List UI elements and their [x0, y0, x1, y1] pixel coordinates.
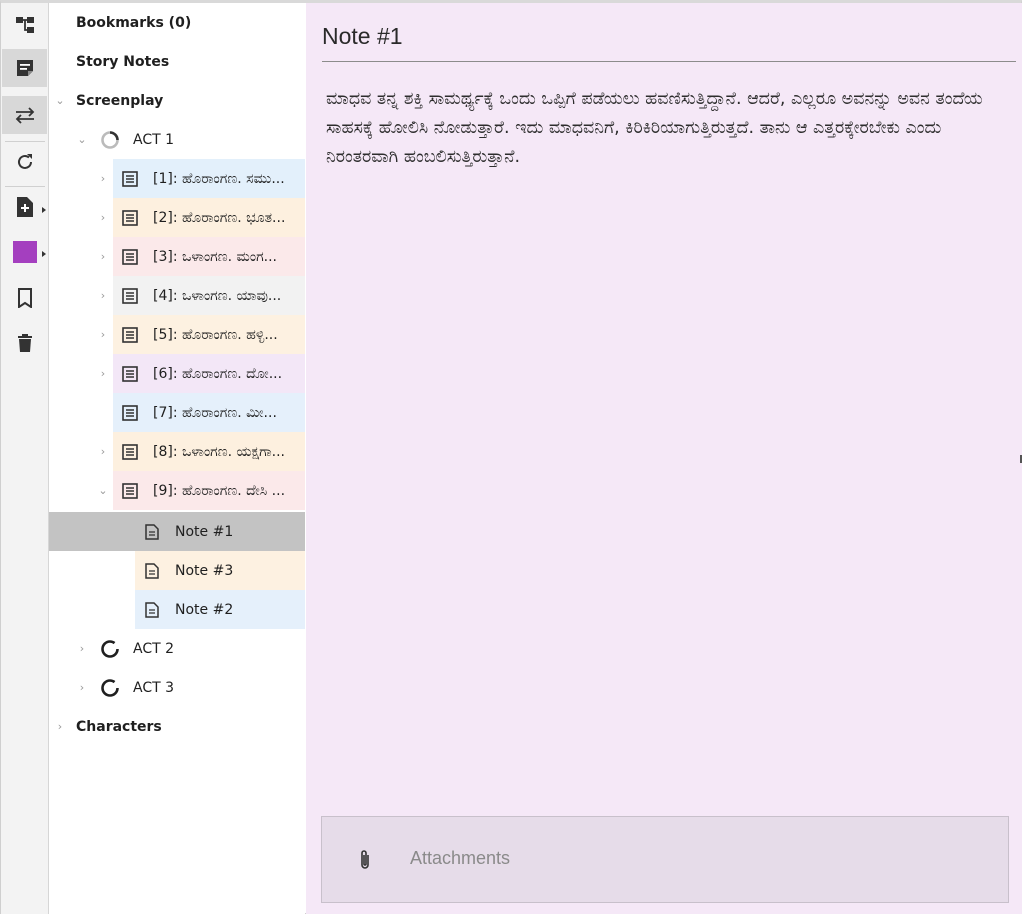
- tree-item-characters[interactable]: › Characters: [49, 707, 305, 746]
- tree-label: ACT 3: [133, 679, 175, 696]
- resize-handle[interactable]: [1020, 455, 1022, 463]
- notes-button[interactable]: [2, 49, 47, 87]
- note-panel: Note #1 ಮಾಧವ ತನ್ನ ಶಕ್ತಿ ಸಾಮರ್ಥ್ಯಕ್ಕೆ ಒಂದ…: [306, 3, 1022, 914]
- chevron-down-icon[interactable]: ⌄: [98, 484, 108, 497]
- scene-label: [3]: ಒಳಾಂಗಣ. ಮಂಗ...: [153, 248, 277, 265]
- tree-item-act-2[interactable]: › ACT 2: [49, 629, 305, 668]
- delete-button[interactable]: [2, 324, 47, 362]
- note-icon: [145, 562, 159, 579]
- scene-row[interactable]: › [6]: ಹೊರಾಂಗಣ. ದೋ...: [49, 354, 305, 393]
- scene-row[interactable]: ⌄ [9]: ಹೊರಾಂಗಣ. ದೇಸಿ ...: [49, 471, 305, 510]
- scene-label: [2]: ಹೊರಾಂಗಣ. ಭೂತ...: [153, 209, 286, 226]
- attachments-label: Attachments: [410, 848, 511, 868]
- note-content[interactable]: ಮಾಧವ ತನ್ನ ಶಕ್ತಿ ಸಾಮರ್ಥ್ಯಕ್ಕೆ ಒಂದು ಒಪ್ಪಿಗ…: [326, 85, 1006, 172]
- chevron-down-icon[interactable]: ⌄: [55, 94, 65, 107]
- color-swatch: [12, 241, 37, 263]
- chevron-right-icon[interactable]: ›: [98, 289, 108, 302]
- tree-item-bookmarks[interactable]: Bookmarks (0): [49, 3, 305, 42]
- chevron-right-icon[interactable]: ›: [98, 211, 108, 224]
- note-icon: [145, 523, 159, 540]
- scene-icon: [122, 326, 138, 343]
- scene-label: [9]: ಹೊರಾಂಗಣ. ದೇಸಿ ...: [153, 482, 286, 499]
- scene-icon: [122, 248, 138, 265]
- chevron-right-icon[interactable]: ›: [98, 328, 108, 341]
- scene-row[interactable]: [7]: ಹೊರಾಂಗಣ. ಮೀ...: [49, 393, 305, 432]
- scene-icon: [122, 443, 138, 460]
- scene-icon: [122, 170, 138, 187]
- scene-row[interactable]: › [3]: ಒಳಾಂಗಣ. ಮಂಗ...: [49, 237, 305, 276]
- paperclip-icon: [358, 849, 372, 875]
- scene-label: [5]: ಹೊರಾಂಗಣ. ಹಳ್ಳಿ...: [153, 326, 278, 343]
- notes-icon: [16, 60, 33, 76]
- scene-row[interactable]: › [8]: ಒಳಾಂಗಣ. ಯಕ್ಷಗಾ...: [49, 432, 305, 471]
- tree-item-story-notes[interactable]: Story Notes: [49, 42, 305, 81]
- add-file-button[interactable]: [2, 188, 47, 226]
- scene-icon: [122, 404, 138, 421]
- scene-icon: [122, 209, 138, 226]
- scene-label: [7]: ಹೊರಾಂಗಣ. ಮೀ...: [153, 404, 277, 421]
- tree-item-screenplay[interactable]: ⌄ Screenplay: [49, 81, 305, 120]
- bookmark-button[interactable]: [2, 279, 47, 317]
- chevron-down-icon[interactable]: ⌄: [77, 133, 87, 146]
- left-toolbar: [1, 3, 49, 914]
- note-icon: [145, 601, 159, 618]
- tree-label: Bookmarks (0): [76, 14, 192, 31]
- note-label: Note #3: [175, 562, 234, 579]
- tree-label: ACT 2: [133, 640, 175, 657]
- note-row-selected[interactable]: Note #1: [49, 512, 305, 551]
- scene-row[interactable]: › [2]: ಹೊರಾಂಗಣ. ಭೂತ...: [49, 198, 305, 237]
- scene-icon: [122, 287, 138, 304]
- scene-icon: [122, 365, 138, 382]
- tree-label: Characters: [76, 718, 162, 735]
- chevron-right-icon[interactable]: ›: [98, 172, 108, 185]
- structure-view-button[interactable]: [2, 6, 47, 44]
- swap-button[interactable]: [2, 96, 47, 134]
- note-row[interactable]: Note #2: [49, 590, 305, 629]
- chevron-right-icon[interactable]: ›: [77, 642, 87, 655]
- scene-row[interactable]: › [4]: ಒಳಾಂಗಣ. ಯಾವು...: [49, 276, 305, 315]
- note-label: Note #1: [175, 523, 234, 540]
- trash-icon: [17, 334, 32, 352]
- tree-label: Screenplay: [76, 92, 164, 109]
- color-picker-button[interactable]: [2, 233, 47, 271]
- bookmark-icon: [17, 288, 32, 308]
- tree-label: ACT 1: [133, 131, 175, 148]
- structure-icon: [15, 17, 34, 33]
- tree-item-act-1[interactable]: ⌄ ACT 1: [49, 120, 305, 159]
- tree-item-act-3[interactable]: › ACT 3: [49, 668, 305, 707]
- chevron-right-icon[interactable]: ›: [98, 367, 108, 380]
- note-title[interactable]: Note #1: [322, 23, 403, 50]
- scene-label: [6]: ಹೊರಾಂಗಣ. ದೋ...: [153, 365, 283, 382]
- chevron-right-icon[interactable]: ›: [77, 681, 87, 694]
- refresh-icon: [17, 154, 32, 169]
- swap-icon: [15, 107, 34, 124]
- scene-label: [4]: ಒಳಾಂಗಣ. ಯಾವು...: [153, 287, 282, 304]
- progress-ring-icon: [100, 130, 120, 150]
- note-label: Note #2: [175, 601, 234, 618]
- attachments-dropzone[interactable]: Attachments: [321, 816, 1009, 903]
- title-divider: [322, 61, 1016, 62]
- chevron-right-icon[interactable]: ›: [98, 250, 108, 263]
- scene-label: [8]: ಒಳಾಂಗಣ. ಯಕ್ಷಗಾ...: [153, 443, 286, 460]
- note-row[interactable]: Note #3: [49, 551, 305, 590]
- progress-ring-icon: [100, 639, 120, 659]
- add-file-icon: [16, 197, 33, 217]
- navigator-tree: Bookmarks (0) Story Notes ⌄ Screenplay ⌄…: [49, 3, 305, 914]
- scene-label: [1]: ಹೊರಾಂಗಣ. ಸಮು...: [153, 170, 285, 187]
- scene-row[interactable]: › [5]: ಹೊರಾಂಗಣ. ಹಳ್ಳಿ...: [49, 315, 305, 354]
- chevron-right-icon[interactable]: ›: [98, 445, 108, 458]
- scene-icon: [122, 482, 138, 499]
- progress-ring-icon: [100, 678, 120, 698]
- refresh-button[interactable]: [2, 143, 47, 181]
- scene-row[interactable]: › [1]: ಹೊರಾಂಗಣ. ಸಮು...: [49, 159, 305, 198]
- chevron-right-icon[interactable]: ›: [55, 720, 65, 733]
- tree-label: Story Notes: [76, 53, 170, 70]
